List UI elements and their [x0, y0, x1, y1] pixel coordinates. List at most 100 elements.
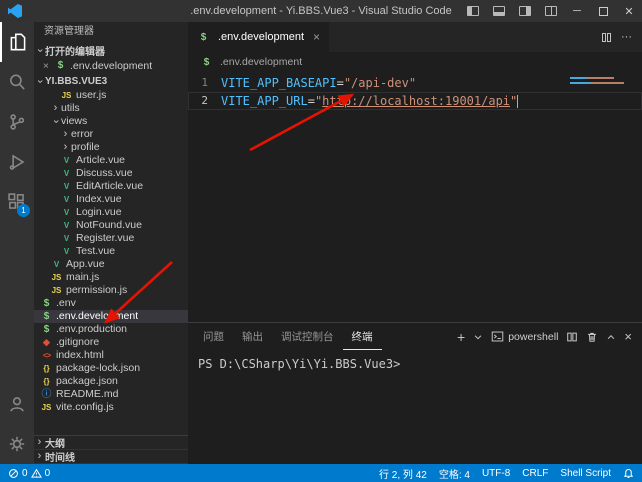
tree-item-profile[interactable]: ›profile: [34, 141, 188, 154]
activity-account-button[interactable]: [0, 384, 34, 424]
file-name: Discuss.vue: [76, 167, 133, 180]
quote-open: ": [315, 93, 322, 109]
panel-tab-输出[interactable]: 输出: [233, 323, 272, 350]
tree-item-package.json[interactable]: {}package.json: [34, 375, 188, 388]
notifications-bell-icon[interactable]: [623, 468, 634, 479]
toggle-sidebar-button[interactable]: [460, 0, 486, 22]
kill-terminal-button[interactable]: [586, 331, 598, 343]
file-tree: JSuser.js›utils›views›error›profileVArti…: [34, 89, 188, 414]
tree-item-.env[interactable]: $.env: [34, 297, 188, 310]
new-terminal-button[interactable]: +: [457, 329, 465, 345]
tree-item-EditArticle.vue[interactable]: VEditArticle.vue: [34, 180, 188, 193]
activity-settings-button[interactable]: [0, 424, 34, 464]
tree-item-App.vue[interactable]: VApp.vue: [34, 258, 188, 271]
env-file-icon: $: [200, 57, 213, 68]
account-icon: [6, 393, 28, 415]
error-icon: [8, 468, 19, 479]
close-tab-icon[interactable]: ×: [313, 30, 320, 44]
tree-item-NotFound.vue[interactable]: VNotFound.vue: [34, 219, 188, 232]
sidebar-section-时间线[interactable]: ›时间线: [34, 450, 188, 464]
encoding-status[interactable]: UTF-8: [482, 468, 510, 479]
tree-item-main.js[interactable]: JSmain.js: [34, 271, 188, 284]
project-section-header[interactable]: › YI.BBS.VUE3: [34, 73, 188, 89]
toggle-panel-button[interactable]: [486, 0, 512, 22]
cursor-position-status[interactable]: 行 2, 列 42: [379, 466, 427, 481]
tree-item-Index.vue[interactable]: VIndex.vue: [34, 193, 188, 206]
activity-extensions-button[interactable]: 1: [0, 182, 34, 222]
tree-item-package-lock.json[interactable]: {}package-lock.json: [34, 362, 188, 375]
file-name: README.md: [56, 388, 118, 401]
breadcrumb[interactable]: $ .env.development: [188, 52, 642, 72]
chevron-down-icon: ›: [34, 45, 45, 56]
maximize-panel-button[interactable]: [606, 332, 616, 342]
file-name: EditArticle.vue: [76, 180, 143, 193]
customize-layout-button[interactable]: [538, 0, 564, 22]
open-editor-item[interactable]: × $ .env.development: [34, 58, 188, 73]
tree-item-utils[interactable]: ›utils: [34, 102, 188, 115]
file-name: permission.js: [66, 284, 127, 297]
editor-more-actions-button[interactable]: ···: [621, 31, 632, 43]
tree-item-Article.vue[interactable]: VArticle.vue: [34, 154, 188, 167]
vue-file-icon: V: [60, 245, 73, 258]
language-mode-status[interactable]: Shell Script: [560, 468, 611, 479]
tree-item-user.js[interactable]: JSuser.js: [34, 89, 188, 102]
file-name: vite.config.js: [56, 401, 114, 414]
panel-tab-问题[interactable]: 问题: [194, 323, 233, 350]
terminal-icon: [491, 330, 504, 343]
file-name: error: [71, 128, 93, 141]
sidebar-title: 资源管理器: [34, 22, 188, 42]
toggle-secondary-sidebar-button[interactable]: [512, 0, 538, 22]
panel-tab-终端[interactable]: 终端: [343, 323, 382, 350]
split-terminal-button[interactable]: [566, 331, 578, 343]
eol-status[interactable]: CRLF: [522, 468, 548, 479]
vue-file-icon: V: [60, 154, 73, 167]
tree-item-permission.js[interactable]: JSpermission.js: [34, 284, 188, 297]
code-line-2[interactable]: 2 VITE_APP_URL="http://localhost:19001/a…: [188, 92, 642, 110]
tree-item-.gitignore[interactable]: ◆.gitignore: [34, 336, 188, 349]
tree-item-Register.vue[interactable]: VRegister.vue: [34, 232, 188, 245]
sidebar-section-大纲[interactable]: ›大纲: [34, 436, 188, 450]
tree-item-views[interactable]: ›views: [34, 115, 188, 128]
close-panel-button[interactable]: ×: [624, 329, 632, 344]
tree-item-vite.config.js[interactable]: JSvite.config.js: [34, 401, 188, 414]
warning-count: 0: [45, 468, 51, 479]
activity-search-button[interactable]: [0, 62, 34, 102]
indentation-status[interactable]: 空格: 4: [439, 466, 470, 481]
problems-status[interactable]: 0 0: [8, 468, 50, 479]
minimap[interactable]: [570, 77, 628, 87]
chevron-right-icon: ›: [50, 103, 61, 114]
file-name: main.js: [66, 271, 99, 284]
close-button[interactable]: ✕: [616, 0, 642, 22]
tab-env-development[interactable]: $ .env.development ×: [188, 22, 329, 52]
file-name: .env.production: [56, 323, 127, 336]
chevron-down-icon: [473, 332, 483, 342]
activity-run-debug-button[interactable]: [0, 142, 34, 182]
tree-item-README.md[interactable]: ⓘREADME.md: [34, 388, 188, 401]
file-name: views: [61, 115, 87, 128]
env-var-url-link[interactable]: http://localhost:19001/api: [322, 93, 510, 109]
open-editors-section-header[interactable]: › 打开的编辑器: [34, 42, 188, 58]
minimize-button[interactable]: ─: [564, 0, 590, 22]
shell-selector[interactable]: powershell: [491, 330, 558, 343]
activity-explorer-button[interactable]: [0, 22, 34, 62]
activity-source-control-button[interactable]: [0, 102, 34, 142]
chevron-down-icon: ›: [50, 116, 61, 127]
code-editor[interactable]: 1 VITE_APP_BASEAPI="/api-dev" 2 VITE_APP…: [188, 72, 642, 322]
env-file-icon: $: [40, 310, 53, 323]
tree-item-.env.development[interactable]: $.env.development: [34, 310, 188, 323]
split-editor-button[interactable]: [602, 33, 611, 42]
tree-item-Login.vue[interactable]: VLogin.vue: [34, 206, 188, 219]
terminal-dropdown-button[interactable]: [473, 332, 483, 342]
tree-item-error[interactable]: ›error: [34, 128, 188, 141]
tree-item-index.html[interactable]: <>index.html: [34, 349, 188, 362]
tree-item-.env.production[interactable]: $.env.production: [34, 323, 188, 336]
close-icon[interactable]: ×: [40, 60, 52, 72]
panel-tab-调试控制台[interactable]: 调试控制台: [272, 323, 343, 350]
file-name: Index.vue: [76, 193, 122, 206]
env-var-value: "/api-dev": [344, 75, 416, 91]
tree-item-Test.vue[interactable]: VTest.vue: [34, 245, 188, 258]
maximize-button[interactable]: [590, 0, 616, 22]
tree-item-Discuss.vue[interactable]: VDiscuss.vue: [34, 167, 188, 180]
git-file-icon: ◆: [40, 336, 53, 349]
terminal-output[interactable]: PS D:\CSharp\Yi\Yi.BBS.Vue3>: [188, 350, 642, 464]
